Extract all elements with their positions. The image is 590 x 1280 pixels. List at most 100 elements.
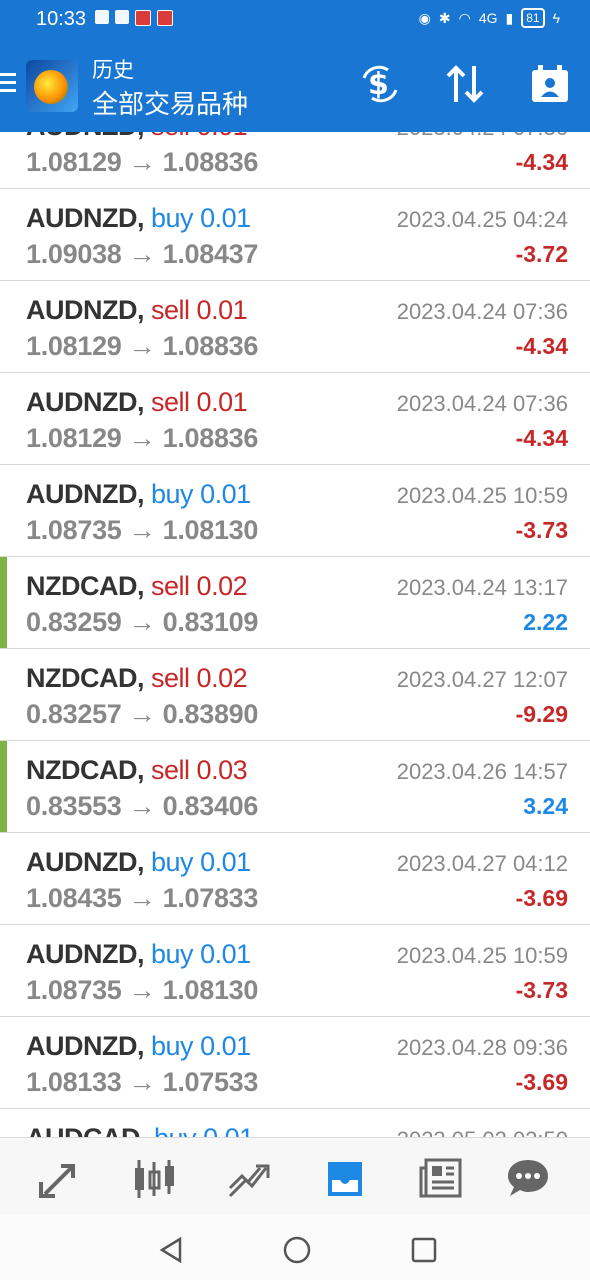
trade-symbol: AUDNZD, — [26, 847, 145, 877]
trade-volume: 0.01 — [200, 203, 251, 233]
menu-icon[interactable] — [0, 73, 16, 93]
profit-indicator — [0, 557, 7, 648]
arrow-icon: → — [128, 147, 156, 177]
open-price: 1.08435 — [26, 883, 122, 913]
trade-profit: -4.34 — [515, 333, 568, 359]
trade-row[interactable]: AUDCAD, buy 0.01 → 2023.05.02 02:50 — [0, 1109, 590, 1137]
trade-side: buy 0.01 — [151, 479, 251, 509]
open-price: 1.08735 — [26, 975, 122, 1005]
open-price: 1.08735 — [26, 515, 122, 545]
chart-candles-icon[interactable] — [131, 1156, 177, 1200]
trade-prices: 1.08735 → 1.08130 — [26, 515, 258, 546]
profit-indicator — [0, 741, 7, 832]
arrow-icon: → — [128, 975, 156, 1005]
news-icon[interactable] — [418, 1156, 464, 1200]
app-logo — [26, 60, 78, 112]
sort-icon[interactable] — [444, 62, 488, 106]
trade-prices: 1.08129 → 1.08836 — [26, 147, 258, 178]
trade-side: sell 0.01 — [151, 295, 248, 325]
trade-symbol: NZDCAD, — [26, 755, 145, 785]
trade-profit: -3.73 — [515, 977, 568, 1003]
flag-notification-icon — [135, 10, 151, 26]
close-price: 0.83406 — [162, 791, 259, 821]
trade-row[interactable]: AUDNZD, sell 0.01 1.08129 → 1.08836 2023.0… — [0, 281, 590, 373]
trade-type: buy — [154, 1123, 197, 1137]
trade-date: 2023.04.24 07:36 — [396, 299, 568, 324]
trade-type: buy — [151, 479, 194, 509]
network-label: 4G — [478, 10, 498, 26]
trade-volume: 0.01 — [200, 939, 251, 969]
close-price: 0.83109 — [162, 607, 259, 637]
trade-row[interactable]: NZDCAD, sell 0.03 0.83553 → 0.83406 2023.0… — [0, 741, 590, 833]
trade-date: 2023.04.27 04:12 — [396, 851, 568, 876]
open-price: 0.83553 — [26, 791, 122, 821]
wifi-icon: ◠ — [458, 9, 471, 26]
arrow-icon: → — [128, 423, 156, 453]
dollar-refresh-icon[interactable]: $ — [358, 62, 402, 106]
trade-symbol-line: NZDCAD, sell 0.03 — [26, 755, 248, 786]
trade-prices: 1.08735 → 1.08130 — [26, 975, 258, 1006]
trade-side: sell 0.01 — [151, 387, 248, 417]
trade-symbol: AUDNZD, — [26, 1031, 145, 1061]
trade-type: buy — [151, 203, 194, 233]
close-price: 1.08437 — [162, 239, 259, 269]
trade-row[interactable]: AUDNZD, buy 0.01 1.09038 → 1.08437 2023.04… — [0, 189, 590, 281]
trade-type: sell — [151, 387, 190, 417]
trade-symbol-line: AUDNZD, buy 0.01 — [26, 203, 251, 234]
trade-prices: 0.83259 → 0.83109 — [26, 607, 258, 638]
back-icon[interactable] — [156, 1235, 186, 1265]
trade-symbol: AUDNZD, — [26, 939, 145, 969]
chat-icon[interactable] — [505, 1156, 551, 1200]
trade-row[interactable]: AUDNZD, buy 0.01 1.08435 → 1.07833 2023.04… — [0, 833, 590, 925]
trade-row[interactable]: AUDNZD, buy 0.01 1.08735 → 1.08130 2023.04… — [0, 925, 590, 1017]
trade-volume: 0.01 — [200, 1031, 251, 1061]
arrow-icon: → — [128, 239, 156, 269]
arrow-icon: → — [128, 699, 156, 729]
app-notification-icon — [115, 10, 129, 24]
close-price: 1.08130 — [162, 975, 259, 1005]
trade-profit: -4.34 — [515, 149, 568, 175]
trade-profit: -4.34 — [515, 425, 568, 451]
trade-side: sell 0.02 — [151, 663, 248, 693]
trade-icon[interactable] — [226, 1156, 272, 1200]
home-icon[interactable] — [282, 1235, 312, 1265]
trade-profit: -3.73 — [515, 517, 568, 543]
quotes-icon[interactable] — [37, 1156, 83, 1200]
trade-side: buy 0.01 — [151, 1031, 251, 1061]
trade-prices: 1.08129 → 1.08836 — [26, 423, 258, 454]
close-price: 1.07533 — [162, 1067, 259, 1097]
trade-prices: 0.83257 → 0.83890 — [26, 699, 258, 730]
app-bar: 历史 全部交易品种 $ — [0, 40, 590, 132]
status-bar: 10:33 ◉ ✱ ◠ 4G ▮ 81 ϟ — [0, 0, 590, 40]
trade-symbol-line: NZDCAD, sell 0.02 — [26, 663, 248, 694]
trade-row[interactable]: AUDNZD, sell 0.01 1.08129 → 1.08836 2023.0… — [0, 132, 590, 189]
trade-history-list[interactable]: AUDNZD, sell 0.01 1.08129 → 1.08836 2023.0… — [0, 132, 590, 1137]
trade-volume: 0.01 — [197, 132, 248, 141]
trade-symbol-line: AUDNZD, buy 0.01 — [26, 479, 251, 510]
trade-side: sell 0.03 — [151, 755, 248, 785]
trade-row[interactable]: NZDCAD, sell 0.02 0.83257 → 0.83890 2023.0… — [0, 649, 590, 741]
calendar-person-icon[interactable] — [528, 62, 572, 106]
trade-row[interactable]: AUDNZD, buy 0.01 1.08735 → 1.08130 2023.04… — [0, 465, 590, 557]
trade-profit: -3.69 — [515, 1069, 568, 1095]
trade-symbol: NZDCAD, — [26, 571, 145, 601]
arrow-icon: → — [128, 1067, 156, 1097]
trade-date: 2023.04.26 14:57 — [396, 759, 568, 784]
trade-symbol: NZDCAD, — [26, 663, 145, 693]
close-price: 0.83890 — [162, 699, 259, 729]
trade-row[interactable]: NZDCAD, sell 0.02 0.83259 → 0.83109 2023.0… — [0, 557, 590, 649]
trade-symbol-line: AUDCAD, buy 0.01 — [26, 1123, 254, 1137]
trade-date: 2023.04.25 04:24 — [396, 207, 568, 232]
trade-date: 2023.04.24 13:17 — [396, 575, 568, 600]
trade-date: 2023.04.24 07:36 — [396, 391, 568, 416]
history-icon[interactable] — [322, 1156, 368, 1200]
trade-side: sell 0.01 — [151, 132, 248, 141]
symbol-filter-title[interactable]: 全部交易品种 — [92, 84, 248, 121]
trade-row[interactable]: AUDNZD, sell 0.01 1.08129 → 1.08836 2023.0… — [0, 373, 590, 465]
eye-icon: ◉ — [418, 9, 431, 26]
trade-side: buy 0.01 — [151, 847, 251, 877]
trade-date: 2023.04.24 07:36 — [397, 132, 568, 141]
trade-symbol-line: AUDNZD, sell 0.01 — [26, 387, 248, 418]
recents-icon[interactable] — [409, 1235, 439, 1265]
trade-row[interactable]: AUDNZD, buy 0.01 1.08133 → 1.07533 2023.04… — [0, 1017, 590, 1109]
